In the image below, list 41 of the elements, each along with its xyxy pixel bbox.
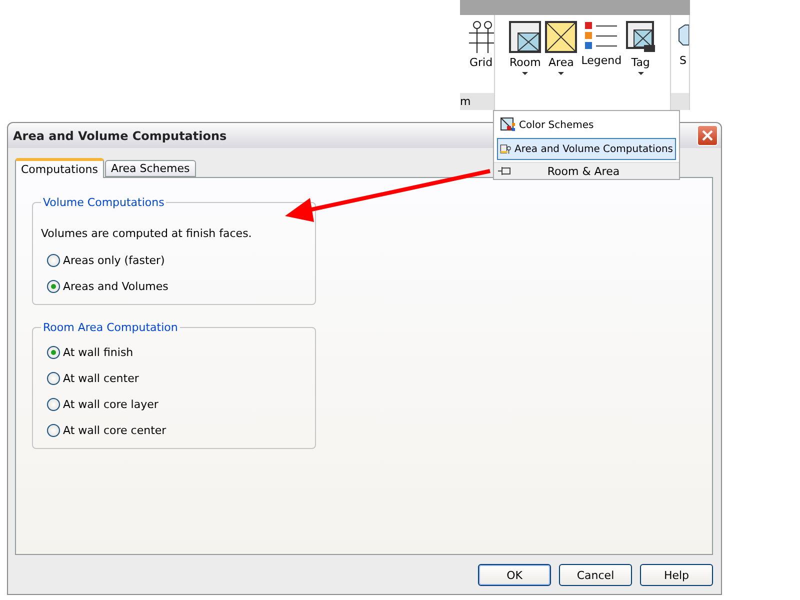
color-schemes-icon <box>500 117 516 133</box>
dialog-button[interactable]: Help <box>640 564 713 586</box>
window-title: Area and Volume Computations <box>13 128 227 142</box>
radio-button[interactable] <box>47 398 60 410</box>
room-icon <box>509 21 542 53</box>
tag-icon <box>626 21 656 53</box>
radio-label: At wall core center <box>63 424 166 436</box>
radio-label: At wall core layer <box>63 398 158 410</box>
menu-item[interactable]: Area and Volume Computations <box>497 138 676 160</box>
radio-button[interactable] <box>47 280 60 292</box>
tab[interactable]: Computations <box>15 158 104 178</box>
tab[interactable]: Area Schemes <box>104 160 196 177</box>
radio-button[interactable] <box>47 372 60 384</box>
radio-button[interactable] <box>47 346 60 358</box>
radio-label: At wall finish <box>63 346 134 358</box>
panel-label-bar <box>671 93 689 110</box>
ribbon-tool-button[interactable]: Room <box>509 21 542 81</box>
panel-title: Room & Area <box>546 164 621 178</box>
radio-label: At wall center <box>63 372 139 384</box>
ribbon-tool-button[interactable]: Grid <box>468 21 494 81</box>
pin-icon <box>498 166 512 176</box>
ribbon-tool-button[interactable]: S <box>677 21 689 81</box>
radio-label: Areas and Volumes <box>63 280 168 292</box>
ribbon-tool-button[interactable]: Tag <box>626 21 656 81</box>
radio-button[interactable] <box>47 254 60 266</box>
legend-icon <box>584 21 618 51</box>
close-icon <box>702 130 713 141</box>
menu-item[interactable]: Color Schemes <box>497 114 676 136</box>
radio-label: Areas only (faster) <box>63 254 165 266</box>
close-button[interactable] <box>697 125 718 146</box>
group-title: Volume Computations <box>42 196 166 209</box>
dialog-button[interactable]: OK <box>478 564 551 586</box>
group-title: Room Area Computation <box>42 321 179 334</box>
grid-icon <box>468 21 494 53</box>
note-text: Volumes are computed at finish faces. <box>41 227 253 240</box>
ribbon-tool-button[interactable]: Area <box>545 21 578 81</box>
area-icon <box>545 21 578 53</box>
ribbon-tool-button[interactable]: Legend <box>581 21 622 81</box>
panel-label: m <box>460 95 471 108</box>
radio-button[interactable] <box>47 424 60 436</box>
dialog-button[interactable]: Cancel <box>559 564 632 586</box>
